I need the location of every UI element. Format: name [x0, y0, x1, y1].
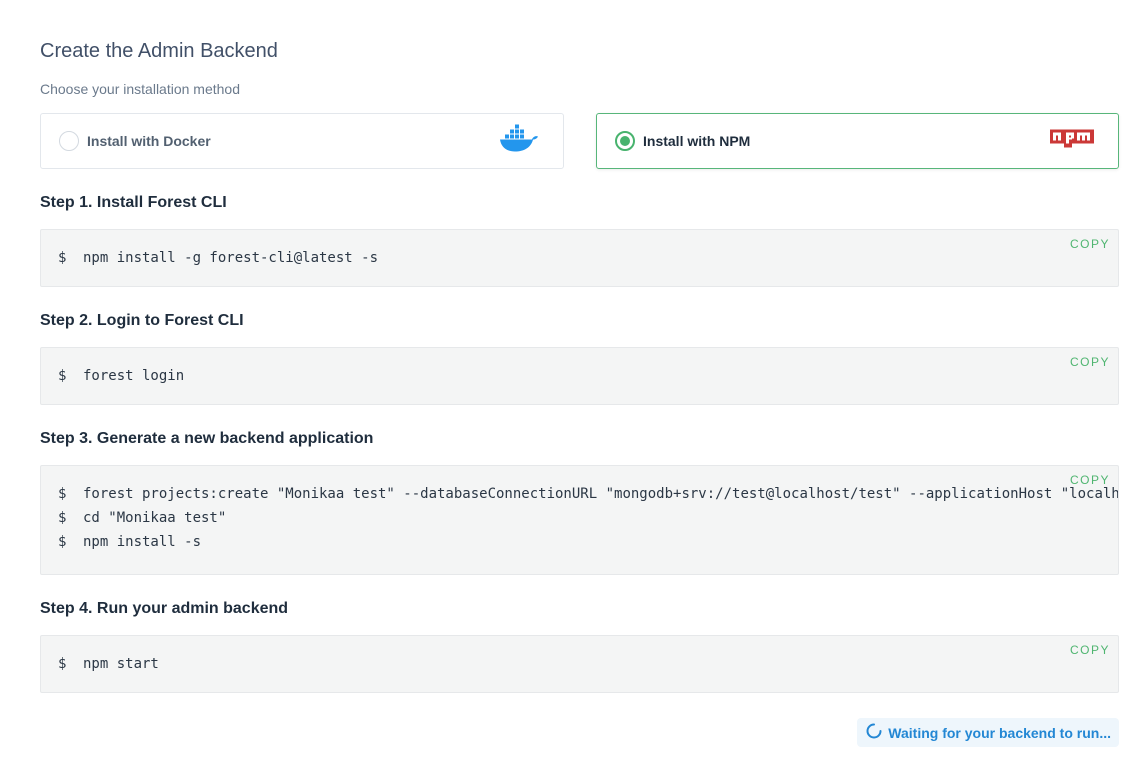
- install-npm-option[interactable]: Install with NPM: [596, 113, 1119, 169]
- copy-button[interactable]: COPY: [1070, 355, 1110, 369]
- command-text: forest login: [83, 368, 185, 384]
- code-line: $ forest login: [58, 368, 184, 384]
- command-text: npm start: [83, 656, 159, 672]
- prompt-symbol: $: [58, 656, 67, 672]
- step-1-code-block: COPY $ npm install -g forest-cli@latest -…: [40, 229, 1119, 287]
- step-4-title: Step 4. Run your admin backend: [40, 600, 289, 617]
- npm-option-label: Install with NPM: [643, 133, 751, 149]
- command-text: npm install -g forest-cli@latest -s: [83, 250, 379, 266]
- step-2-code-block: COPY $ forest login: [40, 347, 1119, 405]
- npm-icon: [1050, 129, 1094, 153]
- spinner-icon: [866, 723, 882, 742]
- prompt-symbol: $: [58, 486, 67, 502]
- command-text: cd "Monikaa test": [83, 510, 227, 526]
- copy-button[interactable]: COPY: [1070, 643, 1110, 657]
- page-title: Create the Admin Backend: [40, 40, 278, 62]
- command-text: forest projects:create "Monikaa test" --…: [83, 486, 1119, 502]
- subtitle: Choose your installation method: [40, 81, 241, 97]
- step-1-title: Step 1. Install Forest CLI: [40, 194, 227, 211]
- step-3-code-block: COPY $ forest projects:create "Monikaa te…: [40, 465, 1119, 575]
- code-line: $ npm install -g forest-cli@latest -s: [58, 250, 378, 266]
- waiting-status-text: Waiting for your backend to run...: [888, 724, 1111, 741]
- code-line: $ npm install -s: [58, 534, 201, 550]
- copy-button[interactable]: COPY: [1070, 473, 1110, 487]
- prompt-symbol: $: [58, 368, 67, 384]
- copy-button[interactable]: COPY: [1070, 237, 1110, 251]
- prompt-symbol: $: [58, 534, 67, 550]
- prompt-symbol: $: [58, 510, 67, 526]
- docker-option-label: Install with Docker: [87, 133, 211, 149]
- code-line: $ cd "Monikaa test": [58, 510, 226, 526]
- code-line: $ forest projects:create "Monikaa test" -…: [58, 486, 1119, 502]
- step-3-title: Step 3. Generate a new backend applicati…: [40, 430, 374, 447]
- waiting-status-badge: Waiting for your backend to run...: [857, 718, 1119, 747]
- docker-radio[interactable]: [59, 131, 79, 151]
- docker-icon: [499, 124, 539, 158]
- step-4-code-block: COPY $ npm start: [40, 635, 1119, 693]
- code-line: $ npm start: [58, 656, 159, 672]
- prompt-symbol: $: [58, 250, 67, 266]
- command-text: npm install -s: [83, 534, 202, 550]
- step-2-title: Step 2. Login to Forest CLI: [40, 312, 244, 329]
- npm-radio[interactable]: [615, 131, 635, 151]
- install-docker-option[interactable]: Install with Docker: [40, 113, 564, 169]
